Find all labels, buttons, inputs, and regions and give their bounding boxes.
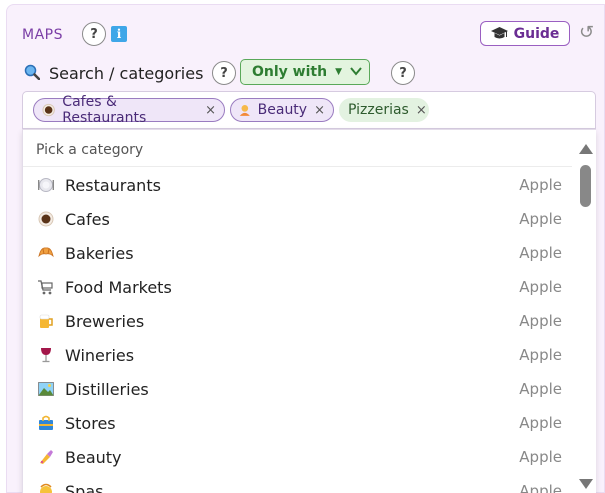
- guide-button[interactable]: Guide: [480, 21, 570, 46]
- category-source: Apple: [519, 278, 562, 296]
- category-item-stores[interactable]: Stores Apple: [23, 405, 572, 439]
- tag-cafes-restaurants[interactable]: Cafes & Restaurants ×: [33, 94, 225, 126]
- category-source: Apple: [519, 312, 562, 330]
- guide-label: Guide: [513, 25, 560, 42]
- category-source: Apple: [519, 346, 562, 364]
- plate-icon: [38, 178, 54, 192]
- category-item-restaurants[interactable]: Restaurants Apple: [23, 167, 572, 201]
- tag-pizzerias[interactable]: Pizzerias ×: [339, 98, 429, 122]
- shopping-bag-icon: [39, 415, 53, 430]
- category-label: Food Markets: [65, 278, 172, 297]
- graduation-cap-icon: [490, 27, 508, 39]
- maps-help-button[interactable]: ?: [82, 22, 106, 46]
- tag-label: Beauty: [257, 102, 308, 118]
- dropdown-scrollbar[interactable]: [576, 130, 596, 493]
- selected-categories-input[interactable]: Cafes & Restaurants × Beauty × Pizzerias…: [22, 91, 596, 129]
- croissant-icon: [38, 247, 54, 258]
- category-source: Apple: [519, 482, 562, 493]
- dropdown-header: Pick a category: [23, 130, 572, 167]
- mode-help-button[interactable]: ?: [391, 61, 415, 85]
- category-source: Apple: [519, 380, 562, 398]
- reset-icon[interactable]: ↺: [579, 22, 594, 43]
- tag-label: Pizzerias: [348, 102, 409, 118]
- category-label: Stores: [65, 414, 116, 433]
- category-item-beauty[interactable]: Beauty Apple: [23, 439, 572, 473]
- scroll-up-arrow-icon[interactable]: [579, 144, 593, 154]
- search-icon: [24, 64, 40, 80]
- category-label: Cafes: [65, 210, 110, 229]
- scroll-thumb[interactable]: [580, 165, 591, 207]
- category-source: Apple: [519, 176, 562, 194]
- scroll-down-arrow-icon[interactable]: [579, 479, 593, 489]
- only-with-select[interactable]: Only with ▼: [240, 59, 370, 85]
- category-source: Apple: [519, 448, 562, 466]
- chevron-down-icon: [350, 67, 362, 76]
- category-label: Wineries: [65, 346, 135, 365]
- category-dropdown: Pick a category Restaurants Apple Cafes: [22, 129, 596, 493]
- search-label: Search / categories: [49, 64, 204, 83]
- cart-icon: [38, 280, 53, 295]
- beer-icon: [39, 314, 53, 328]
- category-item-bakeries[interactable]: Bakeries Apple: [23, 235, 572, 269]
- tag-remove-icon[interactable]: ×: [314, 103, 325, 118]
- maps-title: MAPS: [22, 27, 63, 43]
- only-with-label: Only with: [252, 64, 328, 80]
- maps-panel: MAPS ? i Guide ↺ Search / categories ? O…: [6, 4, 605, 493]
- spa-icon: [40, 483, 52, 493]
- category-label: Breweries: [65, 312, 145, 331]
- category-label: Beauty: [65, 448, 122, 467]
- tag-beauty[interactable]: Beauty ×: [230, 98, 334, 122]
- search-row: Search / categories ? Only with ▼ ?: [22, 58, 604, 88]
- tag-remove-icon[interactable]: ×: [416, 103, 427, 118]
- person-icon: [239, 105, 250, 116]
- category-item-cafes[interactable]: Cafes Apple: [23, 201, 572, 235]
- category-item-food-markets[interactable]: Food Markets Apple: [23, 269, 572, 303]
- caret-down-icon: ▼: [335, 67, 342, 77]
- category-source: Apple: [519, 210, 562, 228]
- coffee-icon: [42, 103, 55, 117]
- category-source: Apple: [519, 414, 562, 432]
- category-label: Bakeries: [65, 244, 134, 263]
- category-item-breweries[interactable]: Breweries Apple: [23, 303, 572, 337]
- category-item-spas[interactable]: Spas Apple: [23, 473, 572, 493]
- category-list: Restaurants Apple Cafes Apple Bakeries A…: [23, 167, 572, 493]
- category-source: Apple: [519, 244, 562, 262]
- picture-icon: [38, 382, 54, 396]
- category-label: Distilleries: [65, 380, 149, 399]
- category-item-distilleries[interactable]: Distilleries Apple: [23, 371, 572, 405]
- tag-remove-icon[interactable]: ×: [205, 103, 216, 118]
- search-help-button[interactable]: ?: [212, 61, 236, 85]
- maps-header-row: MAPS ? i Guide ↺: [22, 21, 604, 46]
- wine-icon: [41, 348, 51, 363]
- coffee-icon: [38, 211, 54, 227]
- nail-polish-icon: [40, 450, 53, 464]
- category-label: Spas: [65, 482, 104, 493]
- tag-label: Cafes & Restaurants: [62, 94, 147, 126]
- category-item-wineries[interactable]: Wineries Apple: [23, 337, 572, 371]
- category-label: Restaurants: [65, 176, 161, 195]
- info-icon[interactable]: i: [111, 26, 127, 42]
